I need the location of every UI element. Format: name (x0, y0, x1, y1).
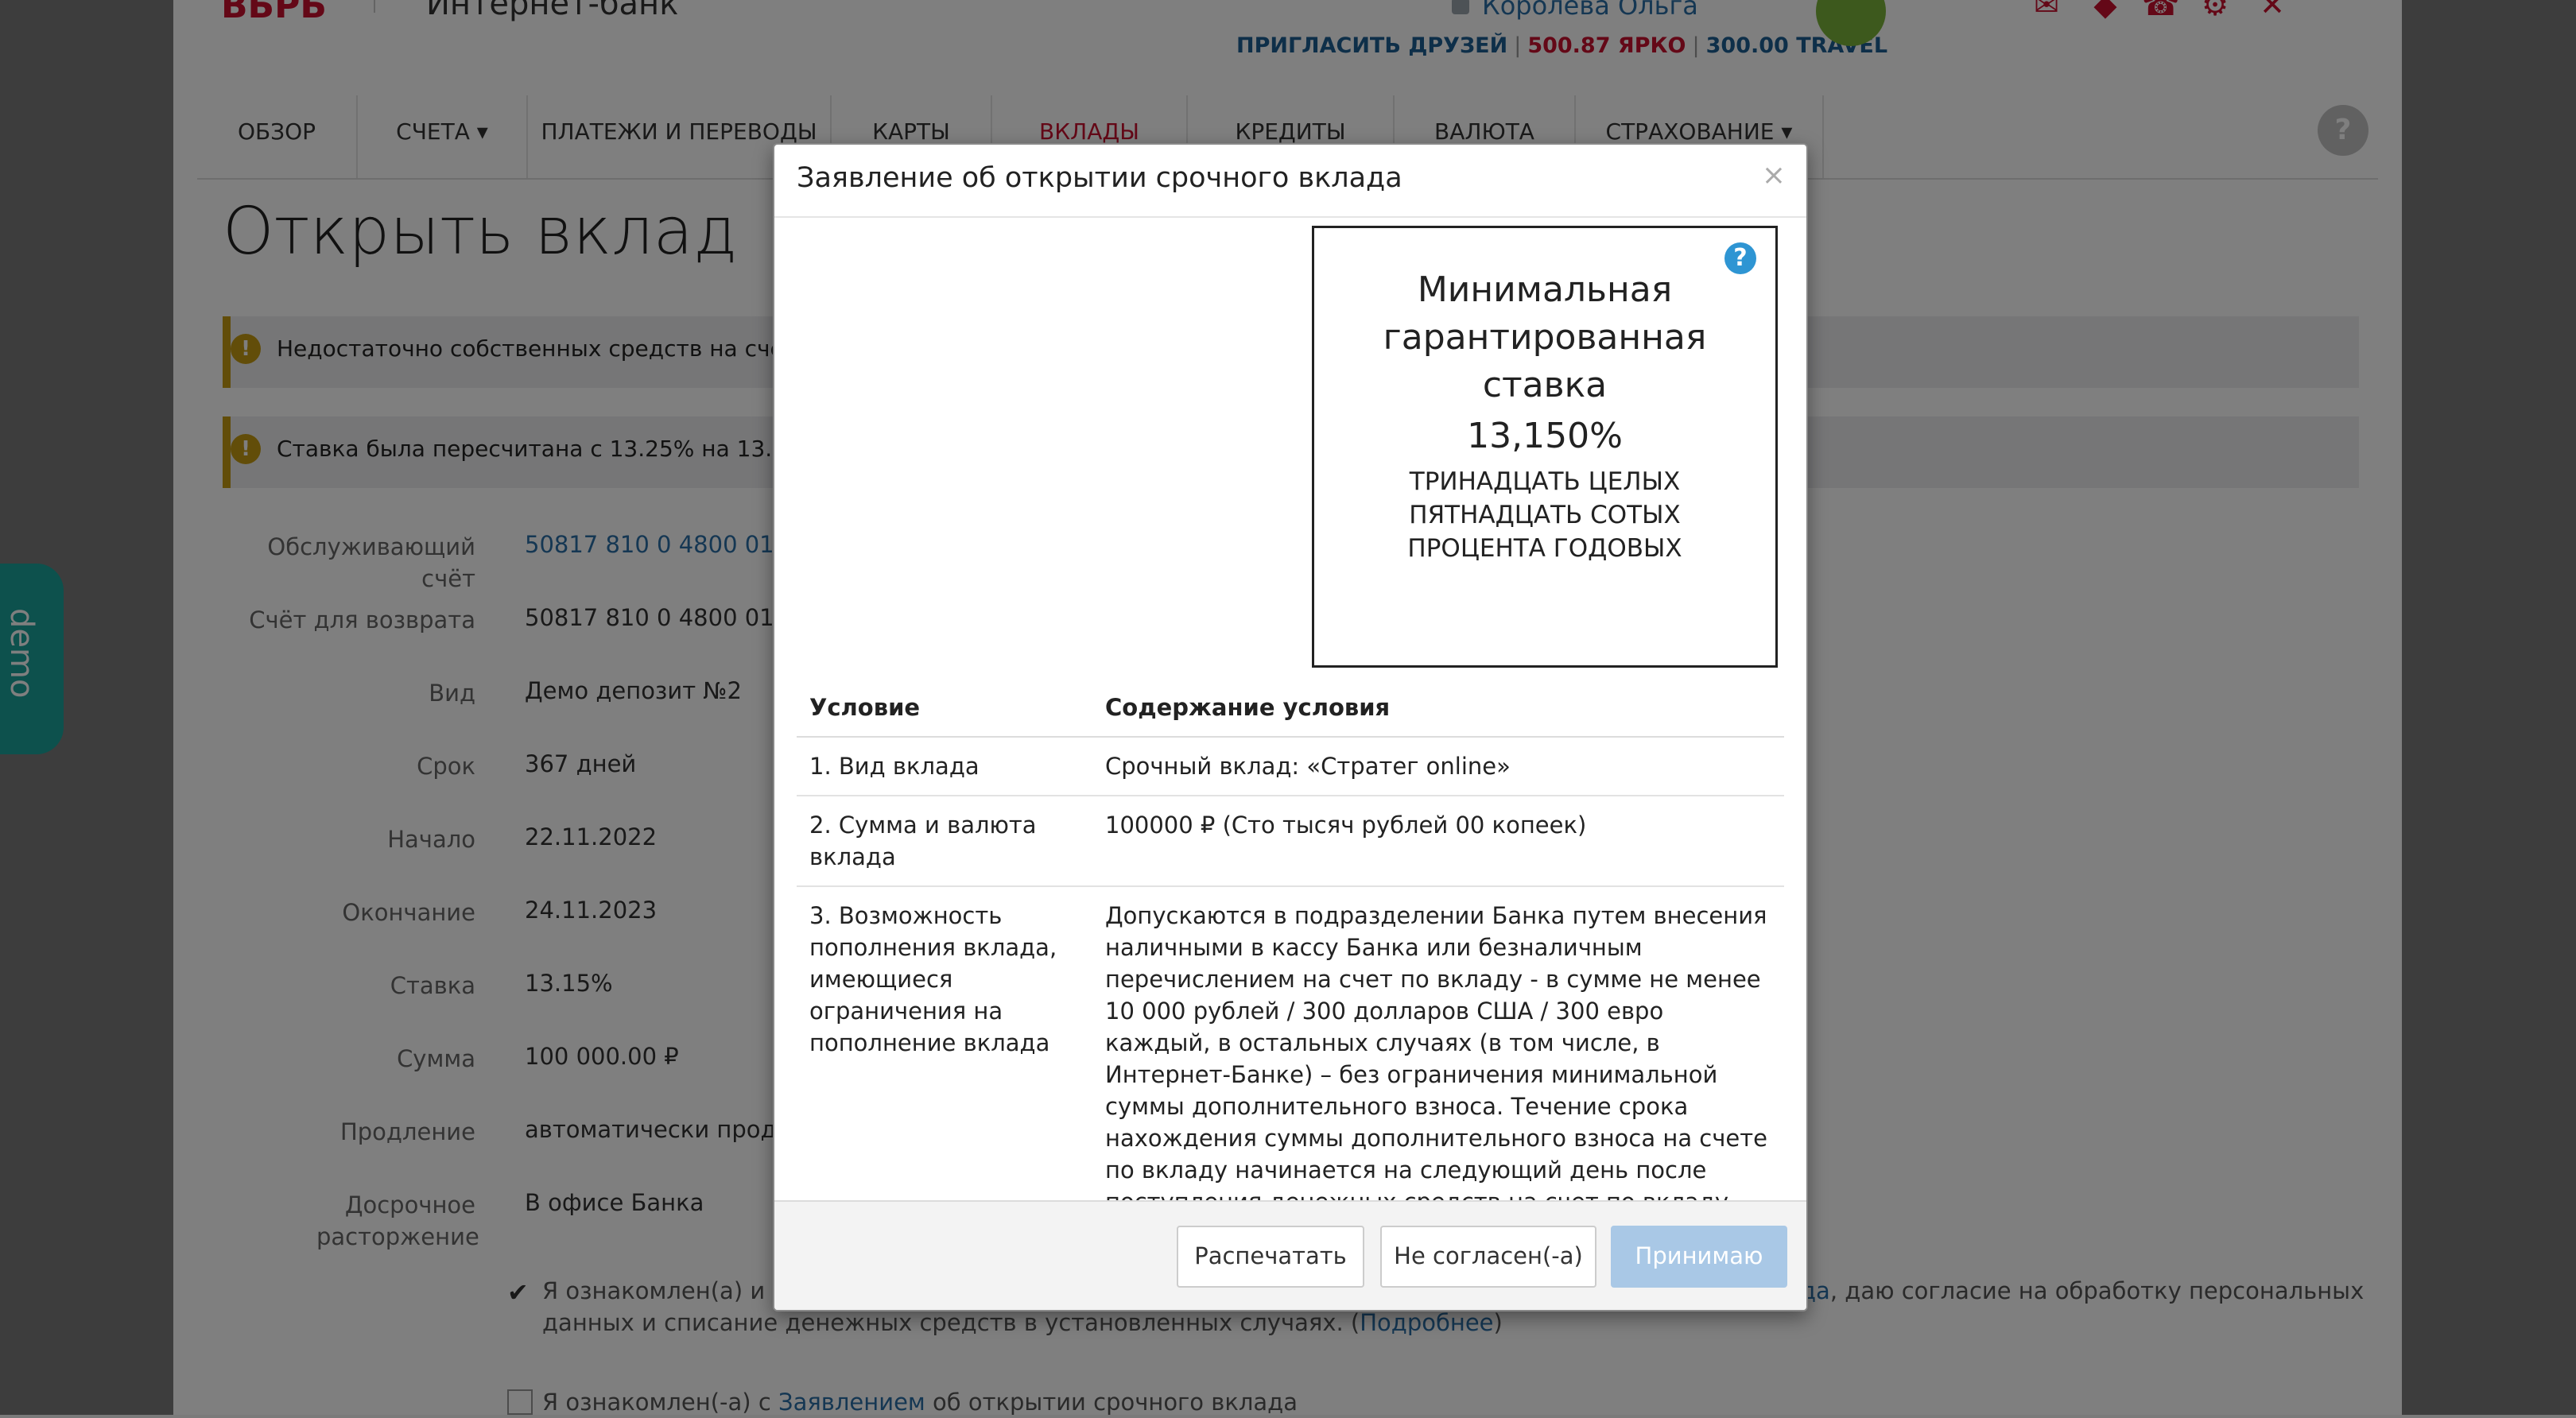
statement-modal: Заявление об открытии срочного вклада × … (773, 143, 1808, 1311)
table-header-row: Условие Содержание условия (797, 679, 1784, 738)
header-content: Содержание условия (1092, 679, 1784, 738)
header-condition: Условие (797, 679, 1092, 738)
rate-words-line: ТРИНАДЦАТЬ ЦЕЛЫХ (1409, 467, 1681, 496)
rate-words-line: ПЯТНАДЦАТЬ СОТЫХ (1409, 501, 1681, 529)
modal-footer: Распечатать Не согласен(-а) Принимаю (774, 1200, 1806, 1310)
print-button[interactable]: Распечатать (1177, 1226, 1364, 1288)
table-row: 2. Сумма и валюта вклада 100000 ₽ (Сто т… (797, 796, 1784, 887)
modal-header: Заявление об открытии срочного вклада × (774, 145, 1806, 218)
rate-box: ? Минимальная гарантированная ставка 13,… (1312, 226, 1778, 668)
content-cell: Срочный вклад: «Стратег online» (1092, 737, 1784, 796)
rate-title-line: Минимальная (1417, 269, 1673, 310)
rate-title-line: гарантированная (1383, 317, 1707, 358)
disagree-button[interactable]: Не согласен(-а) (1380, 1226, 1596, 1288)
condition-cell: 2. Сумма и валюта вклада (797, 796, 1092, 887)
rate-title-line: ставка (1482, 365, 1608, 405)
table-row: 1. Вид вклада Срочный вклад: «Стратег on… (797, 737, 1784, 796)
modal-close-button[interactable]: × (1762, 159, 1786, 192)
accept-button[interactable]: Принимаю (1611, 1226, 1787, 1288)
rate-in-words: ТРИНАДЦАТЬ ЦЕЛЫХ ПЯТНАДЦАТЬ СОТЫХ ПРОЦЕН… (1314, 465, 1775, 565)
condition-cell: 1. Вид вклада (797, 737, 1092, 796)
modal-title: Заявление об открытии срочного вклада (797, 162, 1402, 194)
rate-title: Минимальная гарантированная ставка (1314, 266, 1775, 409)
content-cell: 100000 ₽ (Сто тысяч рублей 00 копеек) (1092, 796, 1784, 887)
modal-body[interactable]: ? Минимальная гарантированная ставка 13,… (774, 218, 1806, 1310)
rate-value: 13,150% (1467, 416, 1623, 456)
rate-words-line: ПРОЦЕНТА ГОДОВЫХ (1407, 534, 1682, 563)
